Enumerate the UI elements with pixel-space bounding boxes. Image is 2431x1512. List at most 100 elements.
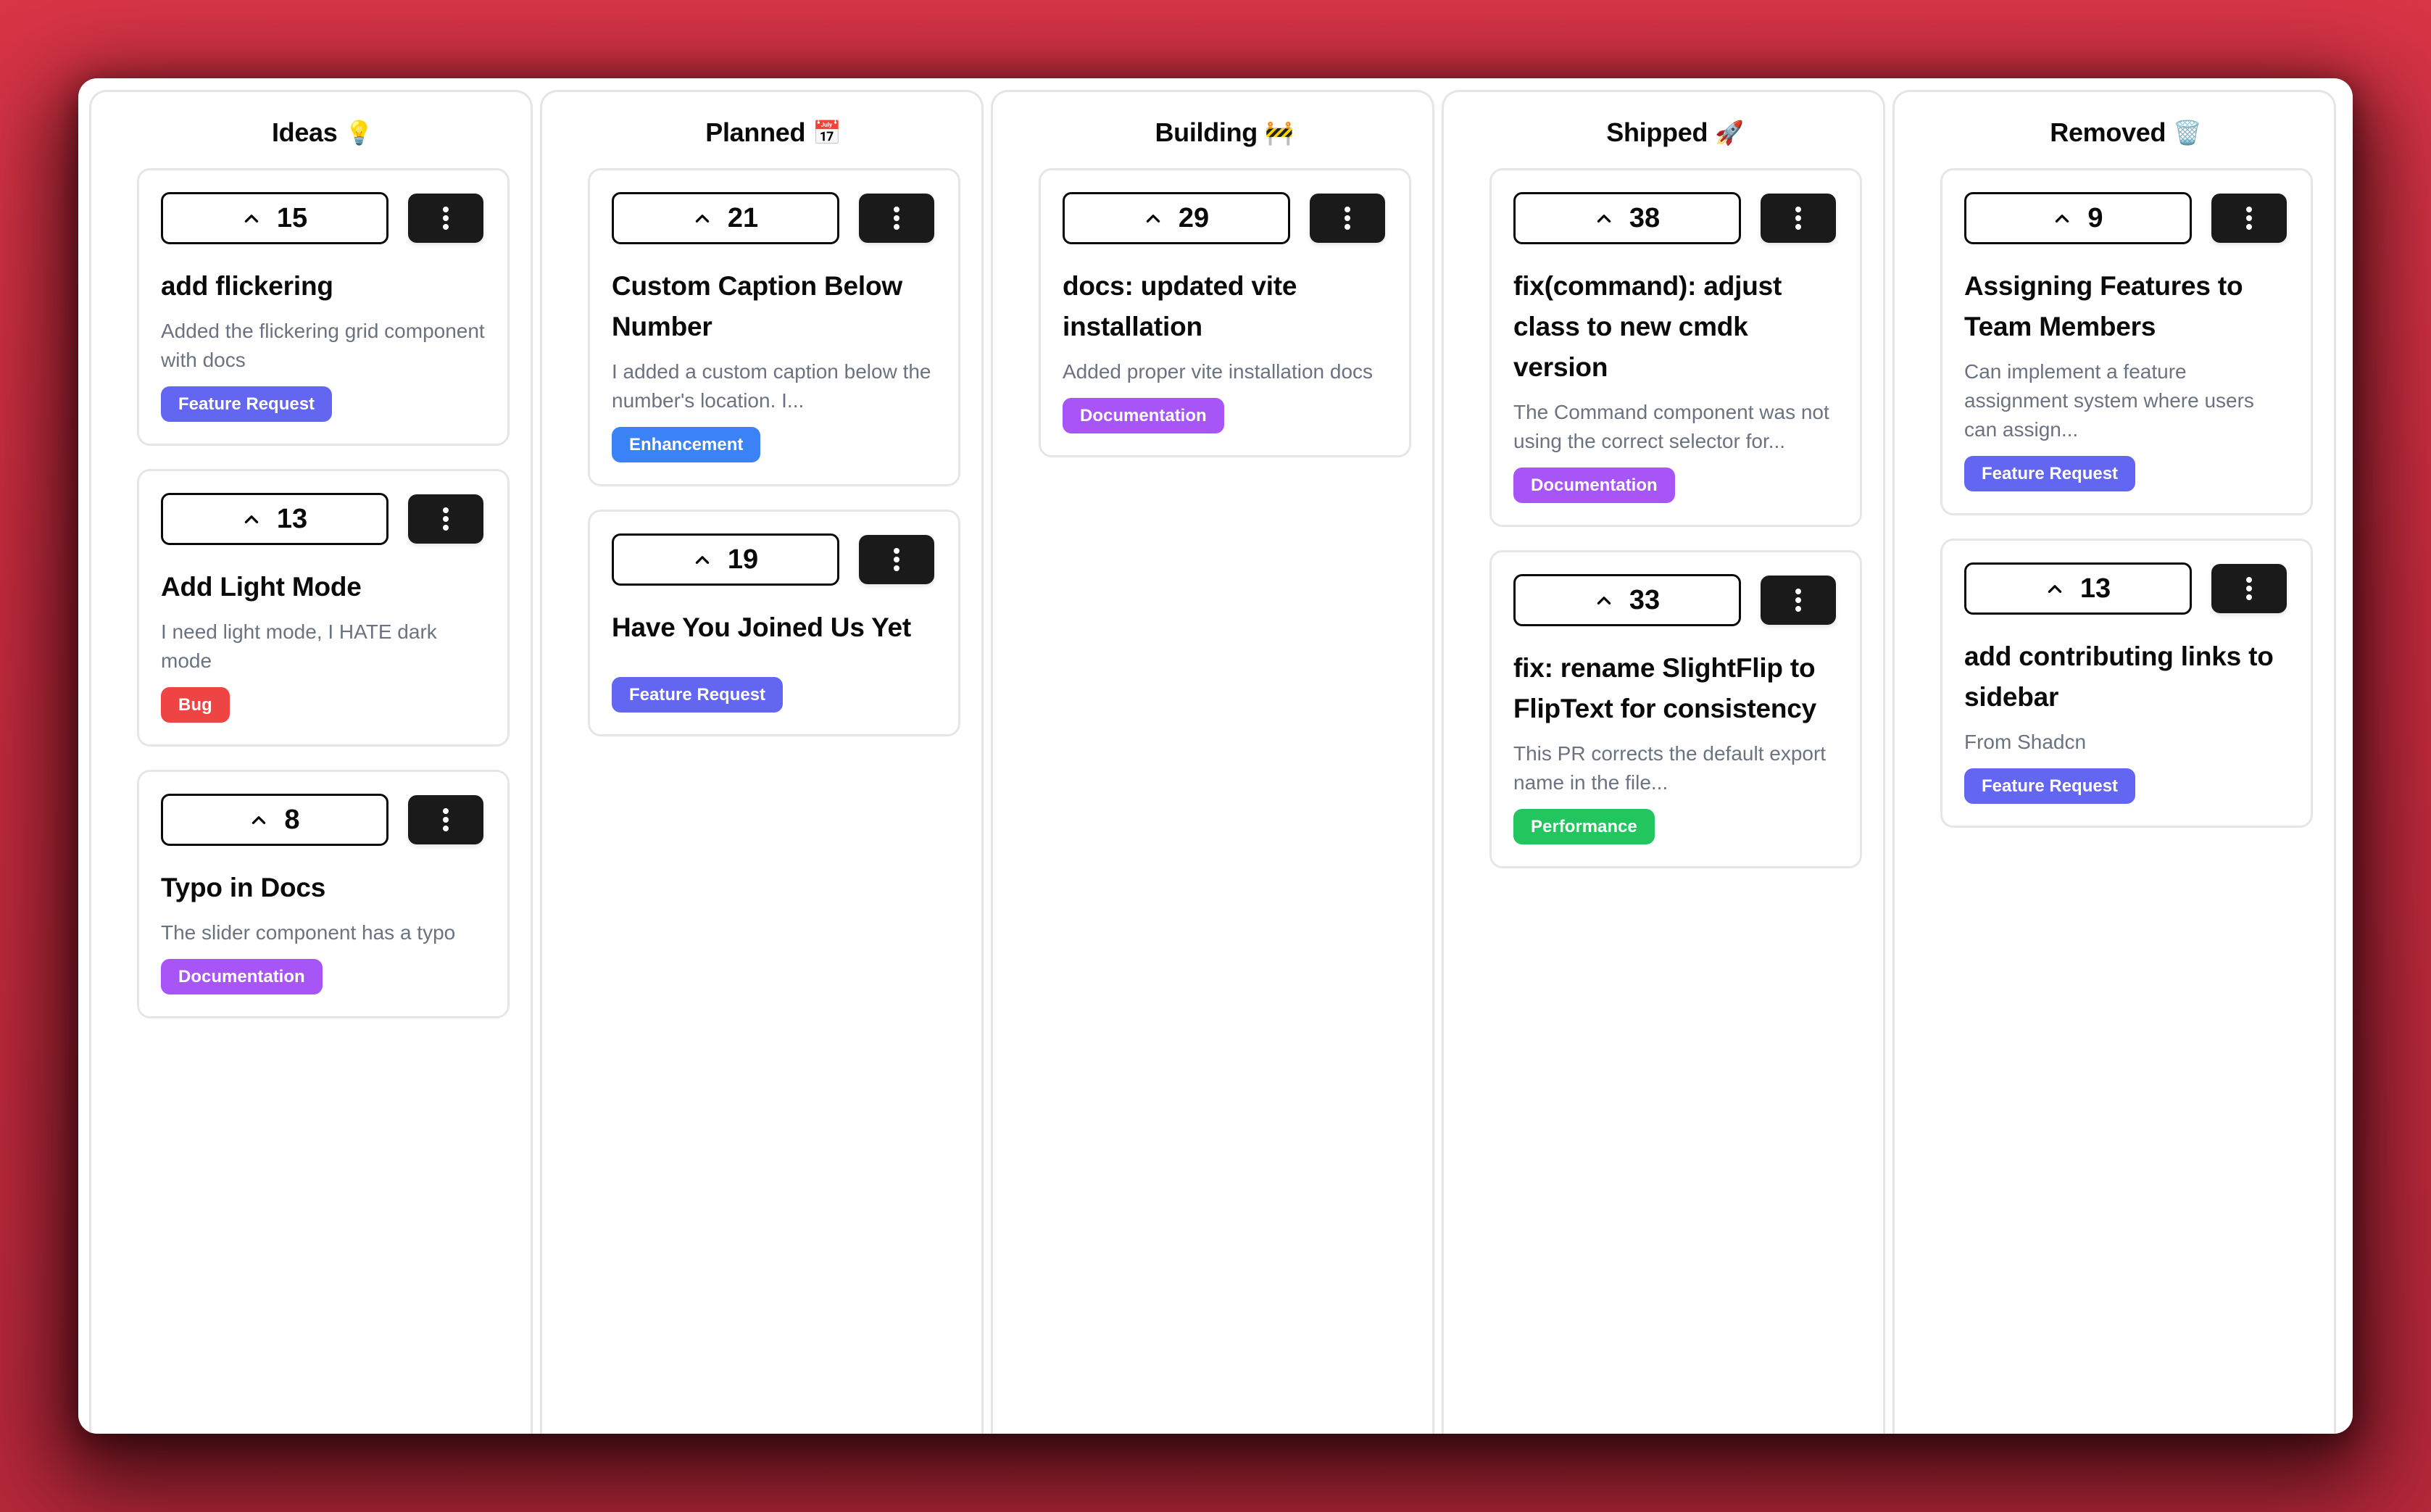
card-menu-button[interactable] (1761, 194, 1836, 243)
chevron-up-icon (244, 215, 259, 223)
upvote-button[interactable]: 8 (161, 794, 388, 846)
chevron-up-icon (1597, 597, 1611, 605)
board-columns: Ideas 💡 15 add flickering Added the flic… (89, 90, 2339, 1434)
card-tag-badge[interactable]: Enhancement (612, 427, 761, 462)
vote-count: 19 (727, 544, 759, 575)
card-description: From Shadcn (1964, 731, 2087, 753)
card-title: Assigning Features to Team Members (1964, 271, 2243, 341)
vote-count: 13 (2079, 573, 2111, 604)
card-actions: 13 (161, 493, 486, 545)
card-menu-button[interactable] (859, 194, 934, 243)
column-title: Ideas (271, 117, 338, 147)
feature-card[interactable]: 33 fix: rename SlightFlip to FlipText fo… (1489, 550, 1862, 868)
card-actions: 33 (1513, 574, 1838, 626)
column-cards: 21 Custom Caption Below Number I added a… (588, 168, 960, 736)
more-vertical-icon (894, 207, 899, 230)
card-menu-button[interactable] (2211, 564, 2287, 613)
card-title: add flickering (161, 271, 333, 301)
card-menu-button[interactable] (408, 194, 483, 243)
card-actions: 15 (161, 192, 486, 244)
column-header: Ideas 💡 (137, 92, 508, 168)
more-vertical-icon (2246, 207, 2252, 230)
card-title: Have You Joined Us Yet (612, 612, 912, 642)
vote-count: 29 (1178, 202, 1210, 233)
upvote-button[interactable]: 33 (1513, 574, 1741, 626)
card-menu-button[interactable] (408, 795, 483, 844)
card-title: Custom Caption Below Number (612, 271, 902, 341)
card-description: This PR corrects the default export name… (1513, 742, 1827, 794)
card-menu-button[interactable] (1310, 194, 1385, 243)
card-tag-badge[interactable]: Documentation (161, 959, 323, 994)
card-description: Added the flickering grid component with… (161, 320, 485, 371)
card-title: Typo in Docs (161, 873, 326, 902)
upvote-button[interactable]: 13 (1964, 562, 2192, 615)
column-removed: Removed 🗑️ 9 Assigning Features to Team … (1892, 90, 2336, 1434)
column-cards: 38 fix(command): adjust class to new cmd… (1489, 168, 1862, 868)
upvote-button[interactable]: 21 (612, 192, 839, 244)
card-menu-button[interactable] (408, 494, 483, 544)
upvote-button[interactable]: 19 (612, 533, 839, 586)
vote-count: 9 (2087, 202, 2103, 233)
chevron-up-icon (1597, 215, 1611, 223)
card-actions: 38 (1513, 192, 1838, 244)
upvote-button[interactable]: 38 (1513, 192, 1741, 244)
feature-card[interactable]: 19 Have You Joined Us Yet Feature Reques… (588, 510, 960, 736)
upvote-button[interactable]: 15 (161, 192, 388, 244)
feature-card[interactable]: 29 docs: updated vite installation Added… (1039, 168, 1411, 457)
card-title: fix: rename SlightFlip to FlipText for c… (1513, 653, 1817, 723)
card-title: fix(command): adjust class to new cmdk v… (1513, 271, 1782, 382)
chevron-up-icon (1146, 215, 1160, 223)
card-actions: 29 (1063, 192, 1387, 244)
card-tag-badge[interactable]: Feature Request (161, 386, 333, 422)
column-title: Shipped (1606, 117, 1708, 147)
card-title: Add Light Mode (161, 572, 362, 602)
vote-count: 38 (1629, 202, 1661, 233)
vote-count: 8 (284, 804, 300, 835)
vote-count: 15 (276, 202, 308, 233)
feature-card[interactable]: 21 Custom Caption Below Number I added a… (588, 168, 960, 486)
chevron-up-icon (2056, 215, 2069, 223)
column-header: Shipped 🚀 (1489, 92, 1861, 168)
upvote-button[interactable]: 9 (1964, 192, 2192, 244)
column-cards: 29 docs: updated vite installation Added… (1039, 168, 1411, 457)
column-title: Planned (705, 117, 806, 147)
calendar-icon: 📅 (813, 119, 842, 146)
feature-card[interactable]: 8 Typo in Docs The slider component has … (137, 770, 510, 1018)
chevron-up-icon (244, 515, 259, 523)
card-menu-button[interactable] (1761, 576, 1836, 625)
card-tag-badge[interactable]: Feature Request (1964, 768, 2136, 804)
card-actions: 8 (161, 794, 486, 846)
feature-card[interactable]: 13 Add Light Mode I need light mode, I H… (137, 469, 510, 747)
more-vertical-icon (1795, 207, 1801, 230)
upvote-button[interactable]: 13 (161, 493, 388, 545)
upvote-button[interactable]: 29 (1063, 192, 1290, 244)
card-description: Can implement a feature assignment syste… (1964, 360, 2254, 441)
card-actions: 19 (612, 533, 936, 586)
column-cards: 9 Assigning Features to Team Members Can… (1940, 168, 2313, 828)
lightbulb-icon: 💡 (344, 119, 374, 146)
card-tag-badge[interactable]: Performance (1513, 809, 1655, 844)
card-tag-badge[interactable]: Feature Request (612, 677, 784, 713)
card-tag-badge[interactable]: Feature Request (1964, 456, 2136, 491)
card-tag-badge[interactable]: Documentation (1063, 398, 1224, 433)
card-tag-badge[interactable]: Bug (161, 687, 230, 723)
card-tag-badge[interactable]: Documentation (1513, 468, 1675, 503)
column-building: Building 🚧 29 docs: updated vite install… (991, 90, 1434, 1434)
column-ideas: Ideas 💡 15 add flickering Added the flic… (89, 90, 533, 1434)
more-vertical-icon (1795, 589, 1801, 612)
card-menu-button[interactable] (859, 535, 934, 584)
feature-card[interactable]: 15 add flickering Added the flickering g… (137, 168, 510, 446)
feature-card[interactable]: 38 fix(command): adjust class to new cmd… (1489, 168, 1862, 527)
card-menu-button[interactable] (2211, 194, 2287, 243)
vote-count: 21 (727, 202, 759, 233)
card-actions: 9 (1964, 192, 2289, 244)
feature-card[interactable]: 13 add contributing links to sidebar Fro… (1940, 539, 2313, 828)
card-title: docs: updated vite installation (1063, 271, 1297, 341)
card-actions: 13 (1964, 562, 2289, 615)
chevron-up-icon (252, 816, 266, 824)
construction-icon: 🚧 (1265, 119, 1294, 146)
vote-count: 13 (276, 503, 308, 534)
card-actions: 21 (612, 192, 936, 244)
more-vertical-icon (1345, 207, 1350, 230)
feature-card[interactable]: 9 Assigning Features to Team Members Can… (1940, 168, 2313, 515)
